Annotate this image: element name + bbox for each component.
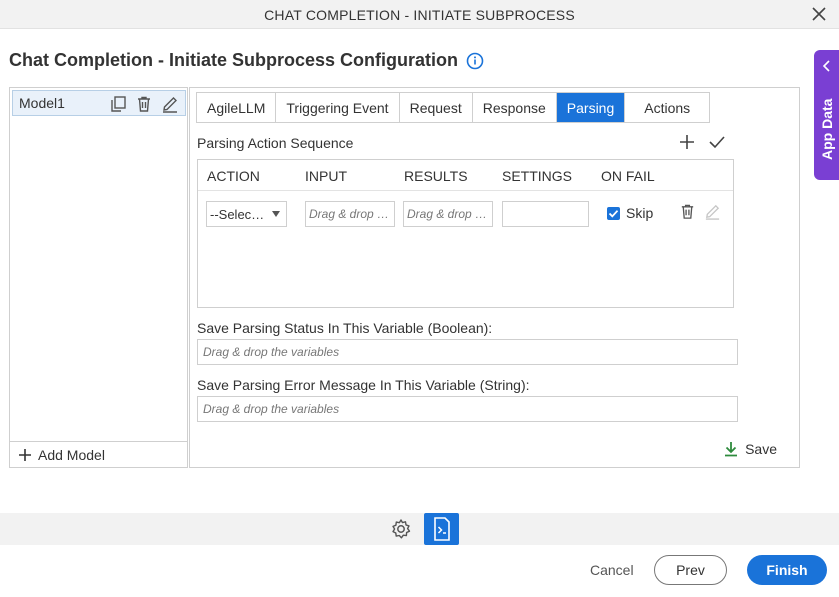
grid-header: ACTION INPUT RESULTS SETTINGS ON FAIL [198, 160, 733, 191]
status-variable-field[interactable]: Drag & drop the variables [197, 339, 738, 365]
add-icon[interactable] [677, 132, 697, 152]
tab-agilellm[interactable]: AgileLLM [197, 93, 277, 122]
window-title: CHAT COMPLETION - INITIATE SUBPROCESS [264, 7, 575, 23]
column-header: SETTINGS [502, 168, 573, 184]
model-item-actions [109, 95, 179, 113]
settings-field[interactable] [502, 201, 589, 227]
tab-request[interactable]: Request [399, 93, 473, 122]
model-list-panel: Model1 Add Model [9, 87, 188, 468]
app-data-label: App Data [819, 98, 835, 160]
delete-icon[interactable] [679, 203, 696, 220]
document-icon[interactable] [424, 513, 459, 545]
action-select[interactable]: --Selec… [206, 201, 287, 227]
finish-button[interactable]: Finish [747, 555, 827, 585]
column-header: ON FAIL [601, 168, 655, 184]
chevron-down-icon [272, 211, 280, 217]
edit-icon [704, 203, 721, 220]
download-icon [725, 442, 738, 457]
app-data-tab[interactable]: App Data [814, 50, 839, 180]
model-label: Model1 [19, 95, 65, 111]
error-variable-field[interactable]: Drag & drop the variables [197, 396, 738, 422]
bottom-toolbar [0, 513, 839, 545]
check-icon[interactable] [707, 132, 727, 152]
sequence-actions [677, 132, 727, 152]
row-actions [679, 203, 721, 220]
tab-bar: AgileLLM Triggering Event Request Respon… [196, 92, 711, 123]
plus-icon [19, 448, 31, 461]
column-header: INPUT [305, 168, 347, 184]
cancel-button[interactable]: Cancel [590, 562, 634, 578]
add-model-button[interactable]: Add Model [10, 441, 187, 467]
status-variable-label: Save Parsing Status In This Variable (Bo… [197, 320, 493, 336]
tab-actions[interactable]: Actions [625, 93, 710, 122]
configuration-panel: AgileLLM Triggering Event Request Respon… [189, 87, 800, 468]
skip-label: Skip [626, 205, 654, 221]
save-label: Save [745, 441, 777, 457]
table-row: --Selec… Drag & drop … Drag & drop … Ski… [198, 191, 733, 239]
page-title: Chat Completion - Initiate Subprocess Co… [9, 50, 459, 70]
save-button[interactable]: Save [723, 441, 777, 457]
edit-icon[interactable] [161, 95, 179, 113]
chevron-left-icon [822, 60, 830, 72]
tab-parsing[interactable]: Parsing [556, 93, 626, 122]
model-item[interactable]: Model1 [12, 90, 186, 116]
input-drop-field[interactable]: Drag & drop … [305, 201, 395, 227]
tab-response[interactable]: Response [472, 93, 557, 122]
column-header: RESULTS [404, 168, 468, 184]
add-model-label: Add Model [38, 446, 105, 463]
page-heading: Chat Completion - Initiate Subprocess Co… [9, 50, 484, 71]
tab-triggering-event[interactable]: Triggering Event [276, 93, 400, 122]
action-select-value: --Selec… [210, 206, 265, 222]
results-drop-field[interactable]: Drag & drop … [403, 201, 493, 227]
gear-icon[interactable] [390, 518, 412, 540]
column-header: ACTION [207, 168, 260, 184]
error-variable-label: Save Parsing Error Message In This Varia… [197, 377, 530, 393]
duplicate-icon[interactable] [109, 95, 127, 113]
skip-checkbox[interactable] [607, 207, 620, 220]
title-bar: CHAT COMPLETION - INITIATE SUBPROCESS [0, 0, 839, 29]
parsing-sequence-label: Parsing Action Sequence [197, 135, 354, 151]
prev-button[interactable]: Prev [654, 555, 727, 585]
delete-icon[interactable] [135, 95, 153, 113]
parsing-action-grid: ACTION INPUT RESULTS SETTINGS ON FAIL --… [197, 159, 734, 308]
close-icon[interactable] [809, 4, 829, 24]
info-icon[interactable] [466, 52, 484, 70]
